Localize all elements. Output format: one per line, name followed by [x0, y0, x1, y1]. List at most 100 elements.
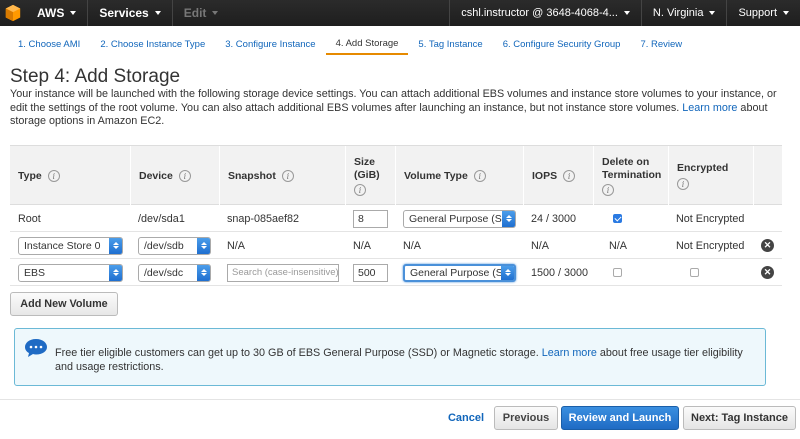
header-size: Size (GiB) i — [345, 146, 395, 206]
remove-volume-icon[interactable]: ✕ — [761, 239, 774, 252]
info-icon[interactable]: i — [473, 170, 486, 182]
volume-type-select[interactable]: General Purpose (SSD) — [403, 263, 516, 282]
select-arrows-icon — [197, 264, 210, 281]
header-type-label: Type — [18, 170, 42, 182]
services-menu[interactable]: Services — [88, 0, 173, 26]
volume-type-select[interactable]: General Purpose (SSD) — [403, 209, 516, 228]
notice-text: Free tier eligible customers can get up … — [55, 346, 755, 374]
tab-tag-instance[interactable]: 5. Tag Instance — [408, 33, 492, 55]
device-value: /dev/sdb — [144, 239, 184, 252]
cell-encrypted: Not Encrypted — [676, 239, 745, 252]
cell-iops: 1500 / 3000 — [531, 266, 589, 279]
cell-device: /dev/sda1 — [138, 212, 185, 225]
type-select[interactable]: Instance Store 0 — [18, 236, 123, 255]
table-row: EBS /dev/sdc General Purpose (SSD) 1500 … — [10, 259, 782, 286]
previous-button[interactable]: Previous — [494, 406, 558, 430]
remove-volume-icon[interactable]: ✕ — [761, 266, 774, 279]
size-input[interactable] — [353, 209, 388, 228]
info-icon[interactable]: i — [677, 178, 689, 190]
wizard-steps: 1. Choose AMI 2. Choose Instance Type 3.… — [0, 26, 800, 62]
cell-type: EBS — [10, 259, 130, 286]
tab-configure-security-group[interactable]: 6. Configure Security Group — [493, 33, 631, 55]
snapshot-search-input[interactable] — [227, 263, 339, 282]
tab-configure-instance[interactable]: 3. Configure Instance — [215, 33, 325, 55]
header-encrypted: Encrypted i — [668, 146, 753, 206]
account-menu[interactable]: cshl.instructor @ 3648-4068-4... — [449, 0, 641, 26]
learn-more-link[interactable]: Learn more — [682, 102, 737, 114]
support-label: Support — [738, 7, 777, 19]
cell-size — [345, 205, 395, 232]
cell-snapshot: snap-085aef82 — [227, 212, 300, 225]
cell-volume-type: General Purpose (SSD) — [395, 259, 525, 286]
cell-delete: N/A — [609, 239, 627, 252]
info-icon[interactable]: i — [281, 170, 294, 182]
storage-table: Type i Device i Snapshot i Size (GiB) i Volu… — [10, 145, 782, 286]
cell-delete — [593, 259, 668, 286]
info-icon[interactable]: i — [602, 184, 614, 196]
cell-volume-type: N/A — [403, 239, 421, 252]
table-header: Type i Device i Snapshot i Size (GiB) i Volu… — [10, 145, 782, 206]
header-delete-on-termination: Delete on Termination i — [593, 146, 668, 206]
cell-snapshot — [219, 259, 345, 286]
chevron-down-icon — [783, 11, 789, 15]
edit-menu[interactable]: Edit — [173, 0, 230, 26]
info-icon[interactable]: i — [178, 170, 191, 182]
header-device-label: Device — [139, 170, 173, 182]
chevron-down-icon — [70, 11, 77, 15]
aws-label: AWS — [37, 6, 65, 20]
free-tier-notice: Free tier eligible customers can get up … — [14, 328, 766, 386]
header-type: Type i — [10, 146, 130, 206]
chevron-down-icon — [623, 11, 630, 15]
device-value: /dev/sdc — [144, 266, 184, 279]
cancel-button[interactable]: Cancel — [440, 406, 492, 430]
info-icon[interactable]: i — [47, 170, 60, 182]
cell-device: /dev/sdb — [130, 232, 220, 259]
chat-bubble-icon — [25, 339, 47, 357]
region-menu[interactable]: N. Virginia — [640, 0, 727, 26]
page-title: Step 4: Add Storage — [10, 66, 181, 87]
encrypted-checkbox[interactable] — [690, 268, 699, 277]
tab-review[interactable]: 7. Review — [630, 33, 692, 55]
select-arrows-icon — [502, 210, 515, 227]
chevron-down-icon — [154, 11, 161, 15]
add-new-volume-button[interactable]: Add New Volume — [10, 292, 118, 316]
info-icon[interactable]: i — [563, 170, 576, 182]
services-label: Services — [99, 6, 149, 20]
type-select[interactable]: EBS — [18, 263, 123, 282]
select-arrows-icon — [501, 265, 514, 280]
next-tag-instance-button[interactable]: Next: Tag Instance — [683, 406, 796, 430]
region-label: N. Virginia — [652, 7, 704, 19]
cell-size: N/A — [353, 239, 371, 252]
cell-type: Root — [18, 212, 41, 225]
page-description: Your instance will be launched with the … — [10, 88, 790, 129]
cell-size — [345, 259, 395, 286]
tab-choose-ami[interactable]: 1. Choose AMI — [8, 33, 90, 55]
aws-cube-icon[interactable] — [0, 0, 26, 26]
info-icon[interactable]: i — [354, 184, 366, 196]
notice-learn-more-link[interactable]: Learn more — [542, 347, 597, 359]
description-text: Your instance will be launched with the … — [10, 88, 777, 114]
delete-on-termination-checkbox[interactable] — [613, 214, 622, 223]
cell-iops: 24 / 3000 — [531, 212, 577, 225]
device-select[interactable]: /dev/sdb — [138, 236, 211, 255]
notice-body: Free tier eligible customers can get up … — [55, 347, 542, 359]
support-menu[interactable]: Support — [726, 0, 800, 26]
table-row: Instance Store 0 /dev/sdb N/A N/A N/A N/… — [10, 232, 782, 259]
header-snapshot-label: Snapshot — [228, 170, 276, 182]
cell-delete — [593, 205, 668, 232]
chevron-down-icon — [212, 11, 219, 15]
header-iops-label: IOPS — [532, 170, 558, 182]
delete-on-termination-checkbox[interactable] — [613, 268, 622, 277]
footer-divider — [0, 399, 800, 400]
type-value: Instance Store 0 — [24, 239, 101, 252]
aws-menu[interactable]: AWS — [26, 0, 89, 26]
device-select[interactable]: /dev/sdc — [138, 263, 211, 282]
cell-encrypted: Not Encrypted — [676, 212, 745, 225]
account-label: cshl.instructor @ 3648-4068-4... — [461, 7, 618, 19]
review-and-launch-button[interactable]: Review and Launch — [561, 406, 679, 430]
volume-type-value: General Purpose (SSD) — [409, 212, 516, 225]
size-input[interactable] — [353, 263, 388, 282]
tab-add-storage[interactable]: 4. Add Storage — [325, 33, 409, 55]
tab-choose-instance-type[interactable]: 2. Choose Instance Type — [90, 33, 215, 55]
cell-type: Instance Store 0 — [10, 232, 130, 259]
